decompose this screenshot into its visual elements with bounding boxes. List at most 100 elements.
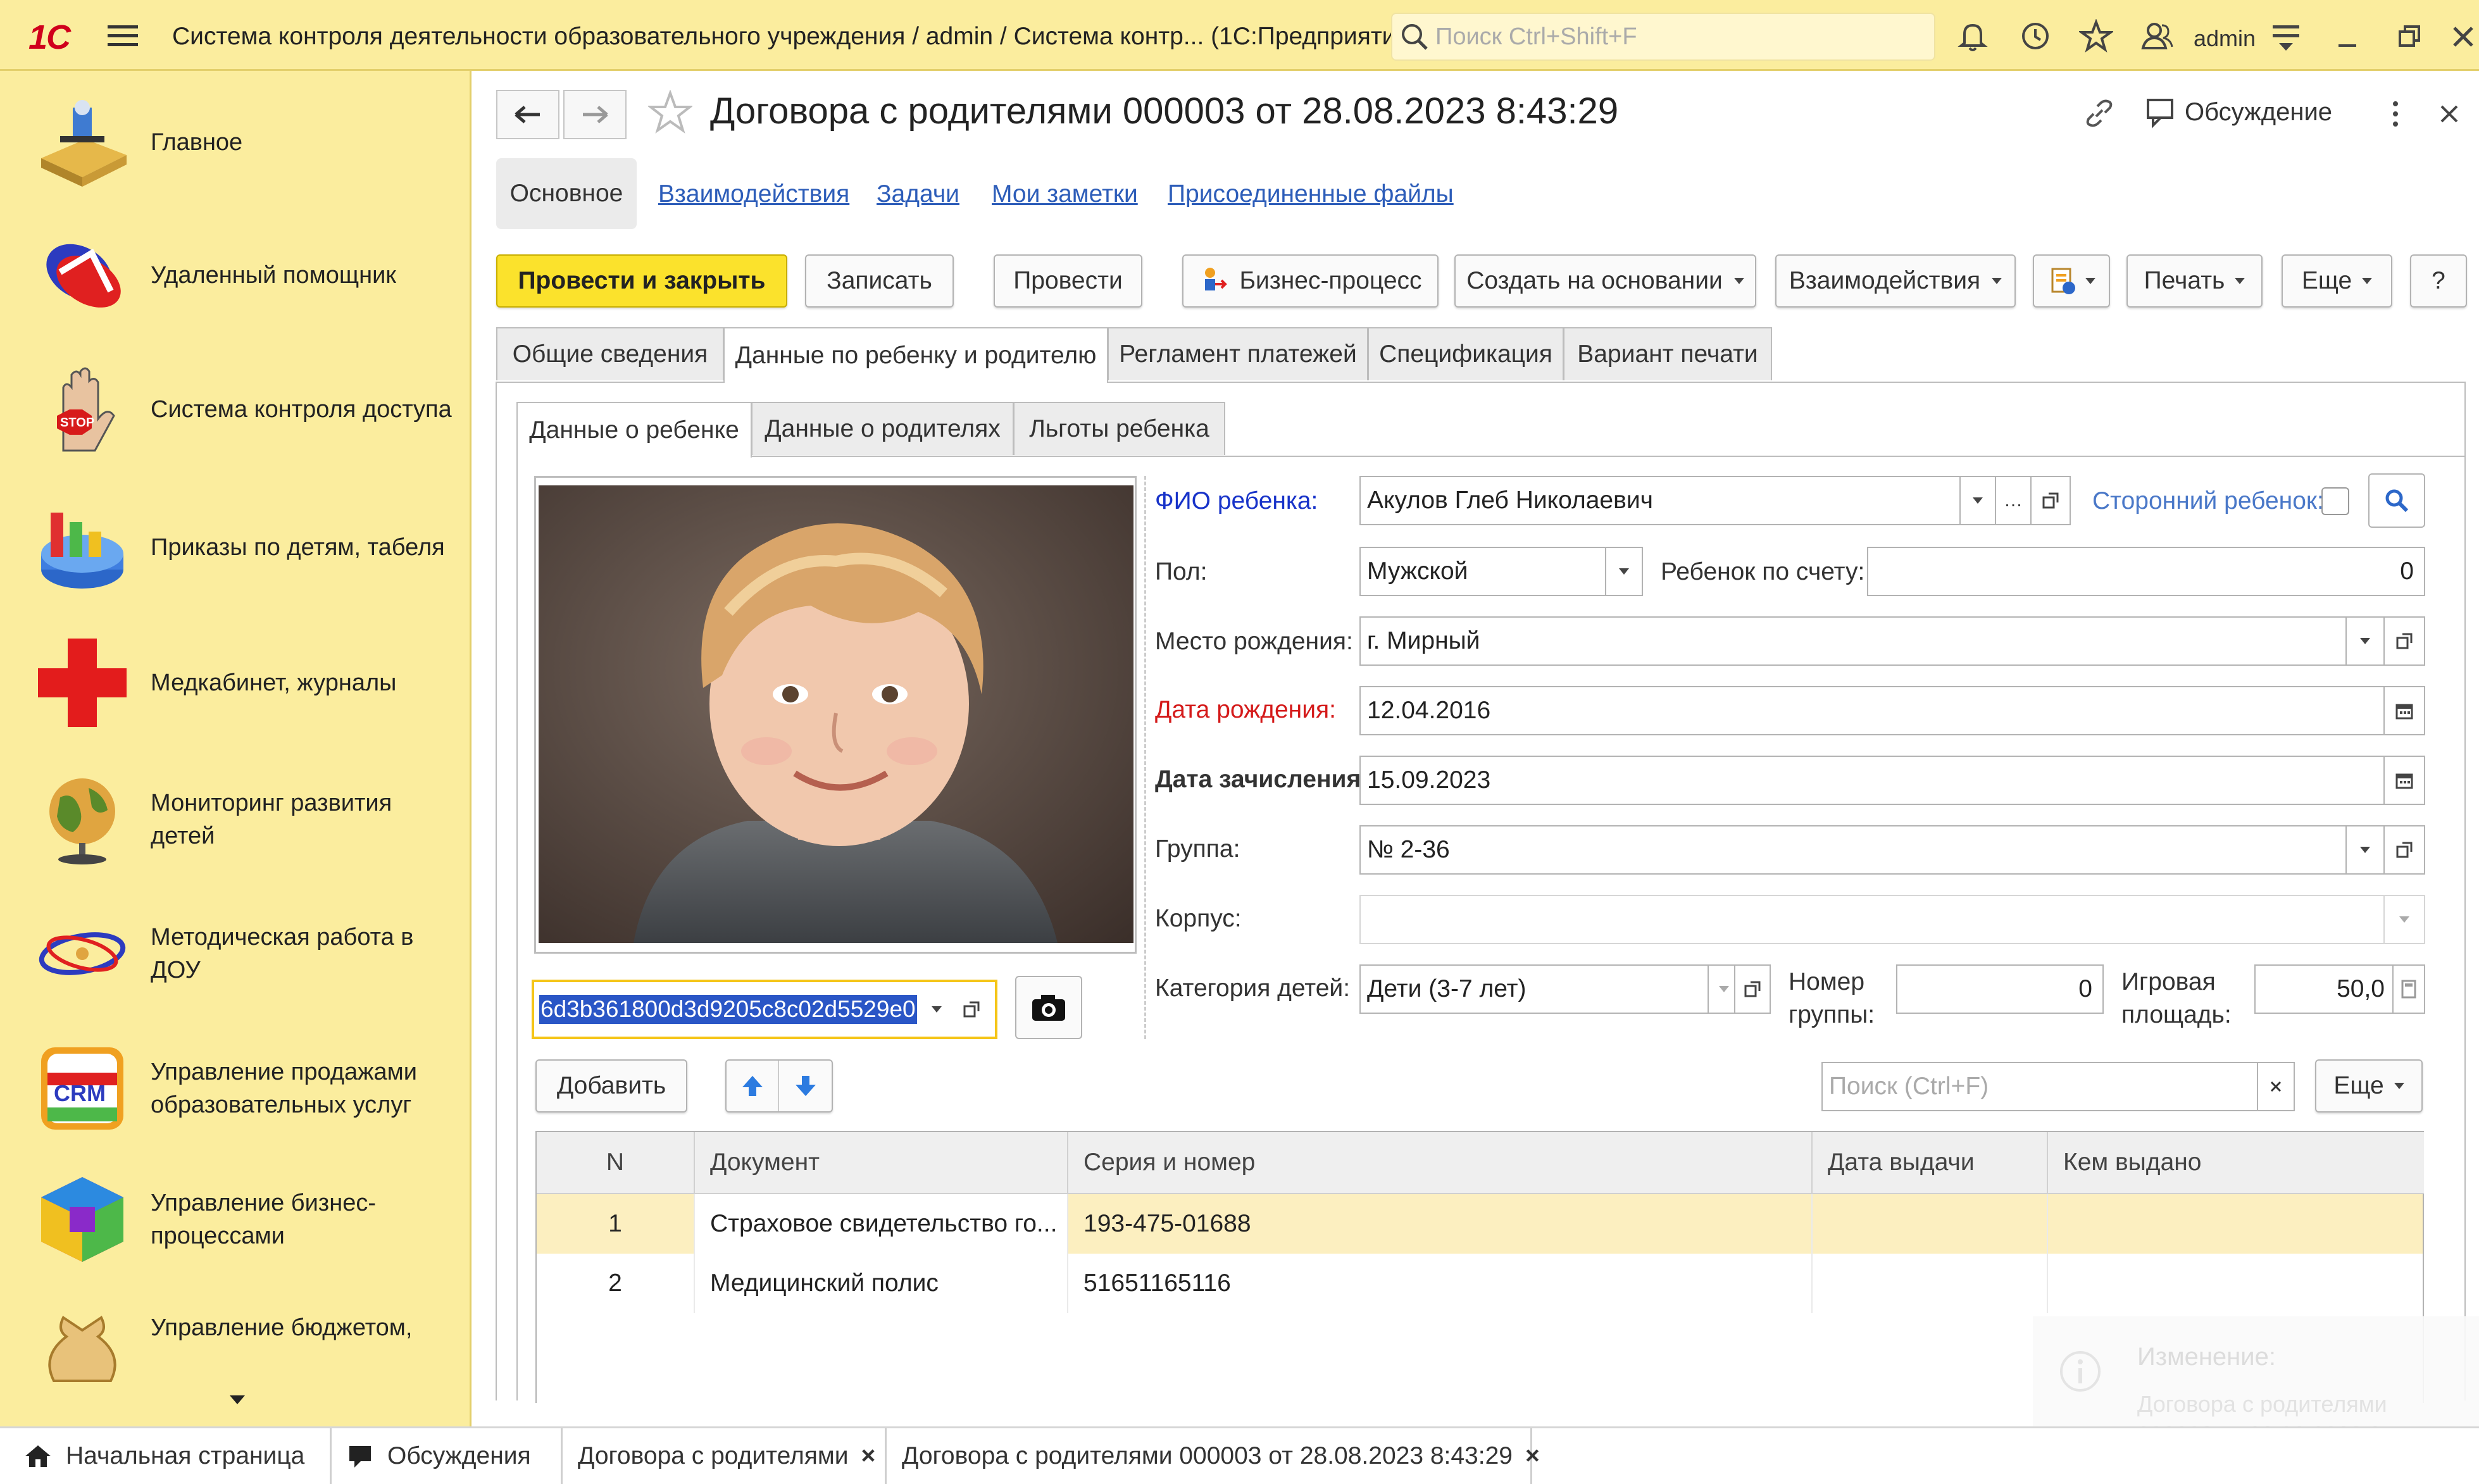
birthplace-field[interactable]: г. Мирный bbox=[1359, 616, 2347, 666]
discussion-button[interactable]: Обсуждение bbox=[2144, 95, 2332, 129]
more-actions-icon[interactable] bbox=[2386, 95, 2405, 133]
play-area-field[interactable]: 50,0 bbox=[2254, 964, 2394, 1014]
users-icon[interactable] bbox=[2140, 19, 2175, 53]
sidebar-item-medical[interactable]: Медкабинет, журналы bbox=[0, 616, 471, 749]
tab-specification[interactable]: Спецификация bbox=[1368, 327, 1564, 380]
save-button[interactable]: Записать bbox=[805, 254, 954, 308]
close-window-icon[interactable] bbox=[2449, 19, 2479, 53]
print-button[interactable]: Печать bbox=[2126, 254, 2263, 308]
gender-dropdown-button[interactable] bbox=[1605, 547, 1643, 596]
photo-dropdown-button[interactable] bbox=[921, 985, 952, 1034]
sidebar-item-bp[interactable]: Управление бизнес-процессами bbox=[0, 1153, 471, 1286]
global-search-input[interactable]: Поиск Ctrl+Shift+F bbox=[1391, 13, 1935, 61]
business-process-button[interactable]: Бизнес-процесс bbox=[1182, 254, 1439, 308]
sidebar-item-orders[interactable]: Приказы по детям, табеля bbox=[0, 481, 471, 614]
tab-print-variant[interactable]: Вариант печати bbox=[1563, 327, 1772, 380]
clear-search-button[interactable] bbox=[2257, 1062, 2295, 1111]
bottom-tab-current-contract[interactable]: Договора с родителями 000003 от 28.08.20… bbox=[887, 1428, 1540, 1484]
camera-button[interactable] bbox=[1015, 976, 1082, 1039]
close-tab-icon[interactable]: × bbox=[861, 1442, 875, 1470]
more-button[interactable]: Еще bbox=[2282, 254, 2392, 308]
table-row[interactable]: 1 Страховое свидетельство го... 193-475-… bbox=[537, 1194, 2423, 1254]
star-icon[interactable] bbox=[2079, 19, 2113, 53]
table-row[interactable]: 2 Медицинский полис 51651165116 bbox=[537, 1254, 2423, 1313]
post-button[interactable]: Провести bbox=[994, 254, 1142, 308]
photo-open-button[interactable] bbox=[956, 985, 987, 1034]
fio-dropdown-button[interactable] bbox=[1959, 476, 1996, 525]
fio-field[interactable]: Акулов Глеб Николаевич bbox=[1359, 476, 1961, 525]
back-button[interactable] bbox=[496, 90, 559, 139]
tab-files[interactable]: Присоединенные файлы bbox=[1168, 180, 1454, 208]
add-button[interactable]: Добавить bbox=[535, 1059, 687, 1113]
building-dropdown-button[interactable] bbox=[2383, 895, 2425, 944]
sidebar-item-access[interactable]: STOP Система контроля доступа bbox=[0, 343, 471, 476]
sidebar-item-budget[interactable]: Управление бюджетом, bbox=[0, 1273, 471, 1387]
restore-icon[interactable] bbox=[2392, 19, 2426, 53]
bottom-tab-discussions[interactable]: Обсуждения bbox=[332, 1428, 563, 1484]
gender-field[interactable]: Мужской bbox=[1359, 547, 1606, 596]
tab-child-benefits[interactable]: Льготы ребенка bbox=[1013, 402, 1225, 455]
category-field[interactable]: Дети (3-7 лет) bbox=[1359, 964, 1709, 1014]
group-dropdown-button[interactable] bbox=[2345, 825, 2385, 875]
fio-select-button[interactable]: … bbox=[1995, 476, 2032, 525]
building-field[interactable] bbox=[1359, 895, 2385, 944]
sidebar-item-monitoring[interactable]: Мониторинг развития детей bbox=[0, 753, 471, 886]
fio-open-button[interactable] bbox=[2030, 476, 2071, 525]
sidebar-item-main[interactable]: Главное bbox=[0, 76, 471, 209]
help-button[interactable]: ? bbox=[2410, 254, 2467, 308]
sidebar-item-crm[interactable]: CRM Управление продажами образовательных… bbox=[0, 1022, 471, 1155]
category-open-button[interactable] bbox=[1734, 964, 1771, 1014]
child-number-field[interactable]: 0 bbox=[1867, 547, 2425, 596]
external-child-checkbox[interactable] bbox=[2321, 487, 2349, 515]
report-menu-button[interactable] bbox=[2033, 254, 2110, 308]
sidebar-item-remote[interactable]: Удаленный помощник bbox=[0, 209, 471, 342]
birthdate-calendar-button[interactable] bbox=[2383, 686, 2425, 735]
column-header-n[interactable]: N bbox=[537, 1132, 695, 1194]
birthplace-open-button[interactable] bbox=[2383, 616, 2425, 666]
tab-interactions[interactable]: Взаимодействия bbox=[658, 180, 849, 208]
enroll-date-field[interactable]: 15.09.2023 bbox=[1359, 756, 2385, 805]
table-search-input[interactable]: Поиск (Ctrl+F) bbox=[1821, 1062, 2258, 1111]
interactions-menu-button[interactable]: Взаимодействия bbox=[1775, 254, 2016, 308]
group-open-button[interactable] bbox=[2383, 825, 2425, 875]
close-tab-icon[interactable]: × bbox=[1525, 1442, 1540, 1470]
tab-payment-schedule[interactable]: Регламент платежей bbox=[1108, 327, 1368, 380]
tab-child-data[interactable]: Данные о ребенке bbox=[516, 402, 752, 458]
history-icon[interactable] bbox=[2018, 19, 2052, 53]
tab-notes[interactable]: Мои заметки bbox=[992, 180, 1138, 208]
tab-tasks[interactable]: Задачи bbox=[877, 180, 959, 208]
tab-child-parent-data[interactable]: Данные по ребенку и родителю bbox=[723, 327, 1108, 383]
column-header-document[interactable]: Документ bbox=[695, 1132, 1068, 1194]
minimize-icon[interactable] bbox=[2331, 19, 2365, 53]
tab-parents-data[interactable]: Данные о родителях bbox=[751, 402, 1014, 455]
sidebar-scroll-down-icon[interactable] bbox=[228, 1394, 247, 1406]
user-name[interactable]: admin bbox=[2194, 25, 2256, 52]
play-area-calc-button[interactable] bbox=[2392, 964, 2425, 1014]
main-menu-icon[interactable] bbox=[108, 24, 138, 48]
bottom-tab-home[interactable]: Начальная страница bbox=[9, 1428, 332, 1484]
group-field[interactable]: № 2-36 bbox=[1359, 825, 2347, 875]
column-header-series[interactable]: Серия и номер bbox=[1068, 1132, 1813, 1194]
column-header-issue-date[interactable]: Дата выдачи bbox=[1813, 1132, 2048, 1194]
table-more-button[interactable]: Еще bbox=[2315, 1059, 2423, 1113]
create-based-on-button[interactable]: Создать на основании bbox=[1454, 254, 1756, 308]
move-down-button[interactable] bbox=[779, 1061, 832, 1111]
bell-icon[interactable] bbox=[1956, 19, 1990, 53]
link-icon[interactable] bbox=[2082, 96, 2116, 130]
forward-button[interactable] bbox=[563, 90, 627, 139]
birthdate-field[interactable]: 12.04.2016 bbox=[1359, 686, 2385, 735]
favorite-star-icon[interactable] bbox=[648, 90, 692, 134]
close-form-icon[interactable] bbox=[2437, 101, 2462, 127]
post-and-close-button[interactable]: Провести и закрыть bbox=[496, 254, 787, 308]
group-number-field[interactable]: 0 bbox=[1896, 964, 2104, 1014]
column-header-issued-by[interactable]: Кем выдано bbox=[2048, 1132, 2424, 1194]
move-up-button[interactable] bbox=[727, 1061, 780, 1111]
sidebar-item-methodical[interactable]: Методическая работа в ДОУ bbox=[0, 887, 471, 1020]
tab-general-info[interactable]: Общие сведения bbox=[496, 327, 724, 380]
bottom-tab-contracts[interactable]: Договора с родителями × bbox=[563, 1428, 887, 1484]
tab-main[interactable]: Основное bbox=[496, 158, 637, 229]
birthplace-dropdown-button[interactable] bbox=[2345, 616, 2385, 666]
settings-menu-icon[interactable] bbox=[2269, 19, 2303, 53]
enroll-date-calendar-button[interactable] bbox=[2383, 756, 2425, 805]
notification-popup[interactable]: Изменение: Договора с родителями 000003 … bbox=[2033, 1316, 2479, 1430]
